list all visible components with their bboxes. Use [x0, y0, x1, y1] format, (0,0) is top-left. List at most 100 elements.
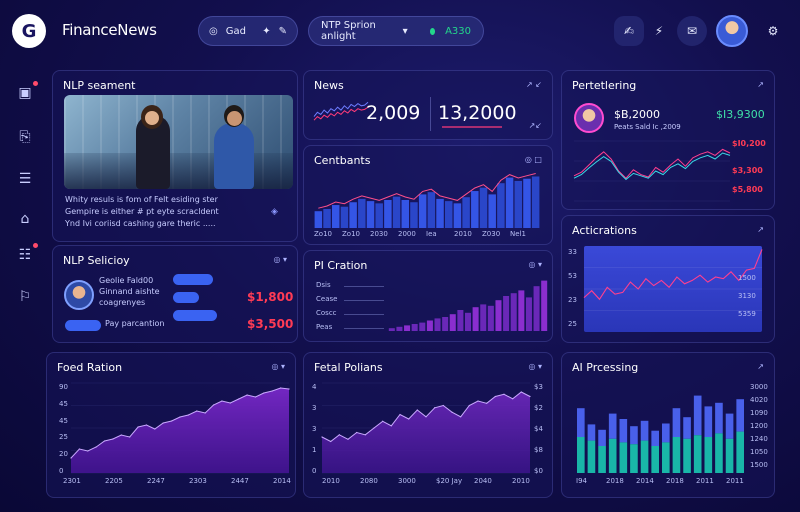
bar	[426, 320, 433, 331]
app-logo[interactable]: G	[12, 14, 46, 48]
panel-title: News	[314, 79, 344, 92]
fund-ration-panel: Foed Ration ◎ ▾ 90 45 45 25 20 0 2301 2205 2247 2…	[46, 352, 296, 498]
portfolio-right-3: $5,800	[732, 185, 763, 194]
data-point	[529, 395, 531, 398]
bar	[683, 438, 691, 473]
value-2: $3,500	[247, 317, 294, 331]
x-tick-label: Zo10	[342, 230, 360, 238]
panel-controls[interactable]: ◎ □	[525, 155, 542, 164]
bar	[704, 406, 713, 437]
data-point	[399, 413, 401, 416]
bar	[349, 202, 357, 228]
bar	[577, 437, 585, 473]
right-tick-label: 1090	[750, 409, 768, 417]
shield-icon[interactable]: ◈	[271, 207, 278, 217]
right-tick-label: 1050	[750, 448, 768, 456]
y-tick-label: 3	[312, 425, 317, 433]
chat-button[interactable]: ✉	[677, 16, 707, 46]
app-title: FinanceNews	[62, 21, 157, 39]
inbox-icon[interactable]: ☰	[14, 168, 36, 190]
row-label: Dsis	[316, 281, 331, 289]
bar	[340, 206, 349, 228]
panel-title: Foed Ration	[57, 361, 123, 374]
y-tick-label: 90	[59, 383, 68, 391]
x-tick-label: 2030	[370, 230, 388, 238]
x-tick-label: 2205	[105, 477, 123, 485]
data-point	[486, 402, 488, 404]
user-avatar[interactable]	[716, 15, 748, 47]
expand-icon[interactable]: ↗↙	[529, 121, 542, 130]
tag-icon[interactable]: ⚐	[14, 286, 36, 308]
home-icon[interactable]: ⌂	[14, 208, 36, 230]
y-tick-label: 53	[568, 272, 577, 280]
panel-controls[interactable]: ↗	[757, 80, 764, 89]
tag-chip-label[interactable]	[65, 320, 101, 331]
x-tick-label: Zo10	[314, 230, 332, 238]
x-tick-label: 2080	[360, 477, 378, 485]
right-tick-label: $4	[534, 425, 543, 433]
fund-chart	[70, 382, 290, 474]
bar	[444, 201, 453, 228]
search-icon: ◎	[209, 25, 218, 37]
y-tick-label: 4	[312, 383, 317, 391]
attachment-icon[interactable]: ⎘	[14, 126, 36, 148]
data-point	[347, 438, 349, 440]
data-point	[95, 446, 97, 448]
right-label: 3130	[738, 292, 756, 300]
caption-line-2: Gempire is either # pt eyte scracldent	[65, 207, 219, 216]
sparkline	[313, 106, 369, 121]
panel-controls[interactable]: ◎ ▾	[273, 255, 287, 264]
data-point	[238, 398, 240, 400]
data-point	[442, 404, 444, 407]
data-point	[120, 434, 122, 436]
panel-controls[interactable]: ◎ ▾	[271, 362, 285, 371]
settings-button[interactable]: ⚙	[758, 16, 788, 46]
bar	[598, 446, 606, 473]
panel-controls[interactable]: ↗	[757, 225, 764, 234]
x-tick-label: 2011	[726, 477, 744, 485]
x-tick-label: 2301	[63, 477, 81, 485]
search-pill[interactable]: ◎ Gad ✦ ✎	[198, 16, 298, 46]
bar	[598, 429, 606, 446]
portfolio-panel: Pertetlering ↗ $B,2000 Peats Sald Ic ,20…	[561, 70, 775, 210]
portfolio-right-1: $I0,200	[732, 139, 766, 148]
panel-controls[interactable]: ◎ ▾	[528, 362, 542, 371]
pi-chart	[388, 280, 548, 331]
right-tick-label: 4020	[750, 396, 768, 404]
contents-panel: Centbants ◎ □ Zo10 Zo10 2030 2000 Iea 2010 Z03…	[303, 145, 553, 245]
row-line	[344, 300, 384, 301]
document-icon[interactable]: ☷	[14, 243, 38, 266]
panel-controls[interactable]: ↗ ↙	[526, 80, 542, 89]
tag-chip[interactable]	[173, 274, 213, 285]
data-point	[512, 398, 514, 400]
data-point	[221, 400, 223, 402]
bar	[541, 280, 548, 331]
right-tick-label: 1200	[750, 422, 768, 430]
bar	[479, 187, 488, 228]
x-tick-label: 2247	[147, 477, 165, 485]
panel-title: Acticrations	[572, 224, 637, 237]
tag-chip[interactable]	[173, 310, 217, 321]
panel-title: AI Prcessing	[572, 361, 639, 374]
panel-controls[interactable]: ◎ ▾	[528, 260, 542, 269]
right-tick-label: $3	[534, 383, 543, 391]
person-line-1: Geolie Fald00	[99, 276, 154, 285]
tag-chip[interactable]	[173, 292, 199, 303]
bar	[725, 413, 734, 439]
data-point	[137, 426, 139, 428]
filter-pill[interactable]: NTP Sprion anlight ▾ A330	[308, 16, 484, 46]
panel-controls[interactable]: ↗	[757, 362, 764, 371]
panel-title: NLP Selicioy	[63, 254, 130, 267]
bar	[640, 440, 649, 473]
bar	[672, 408, 681, 437]
row-label: Coscc	[316, 309, 337, 317]
portfolio-chart	[573, 140, 731, 202]
edit-icon: ✎	[278, 25, 287, 37]
data-point	[280, 387, 282, 389]
bar	[587, 424, 596, 441]
flash-button[interactable]: ⚡	[644, 16, 674, 46]
monitor-icon[interactable]: ▣	[14, 81, 38, 104]
activations-panel: Acticrations ↗ 33 53 23 25 1500 3130 5359	[561, 215, 775, 343]
notes-button[interactable]: ✍	[614, 16, 644, 46]
data-point	[263, 392, 265, 394]
